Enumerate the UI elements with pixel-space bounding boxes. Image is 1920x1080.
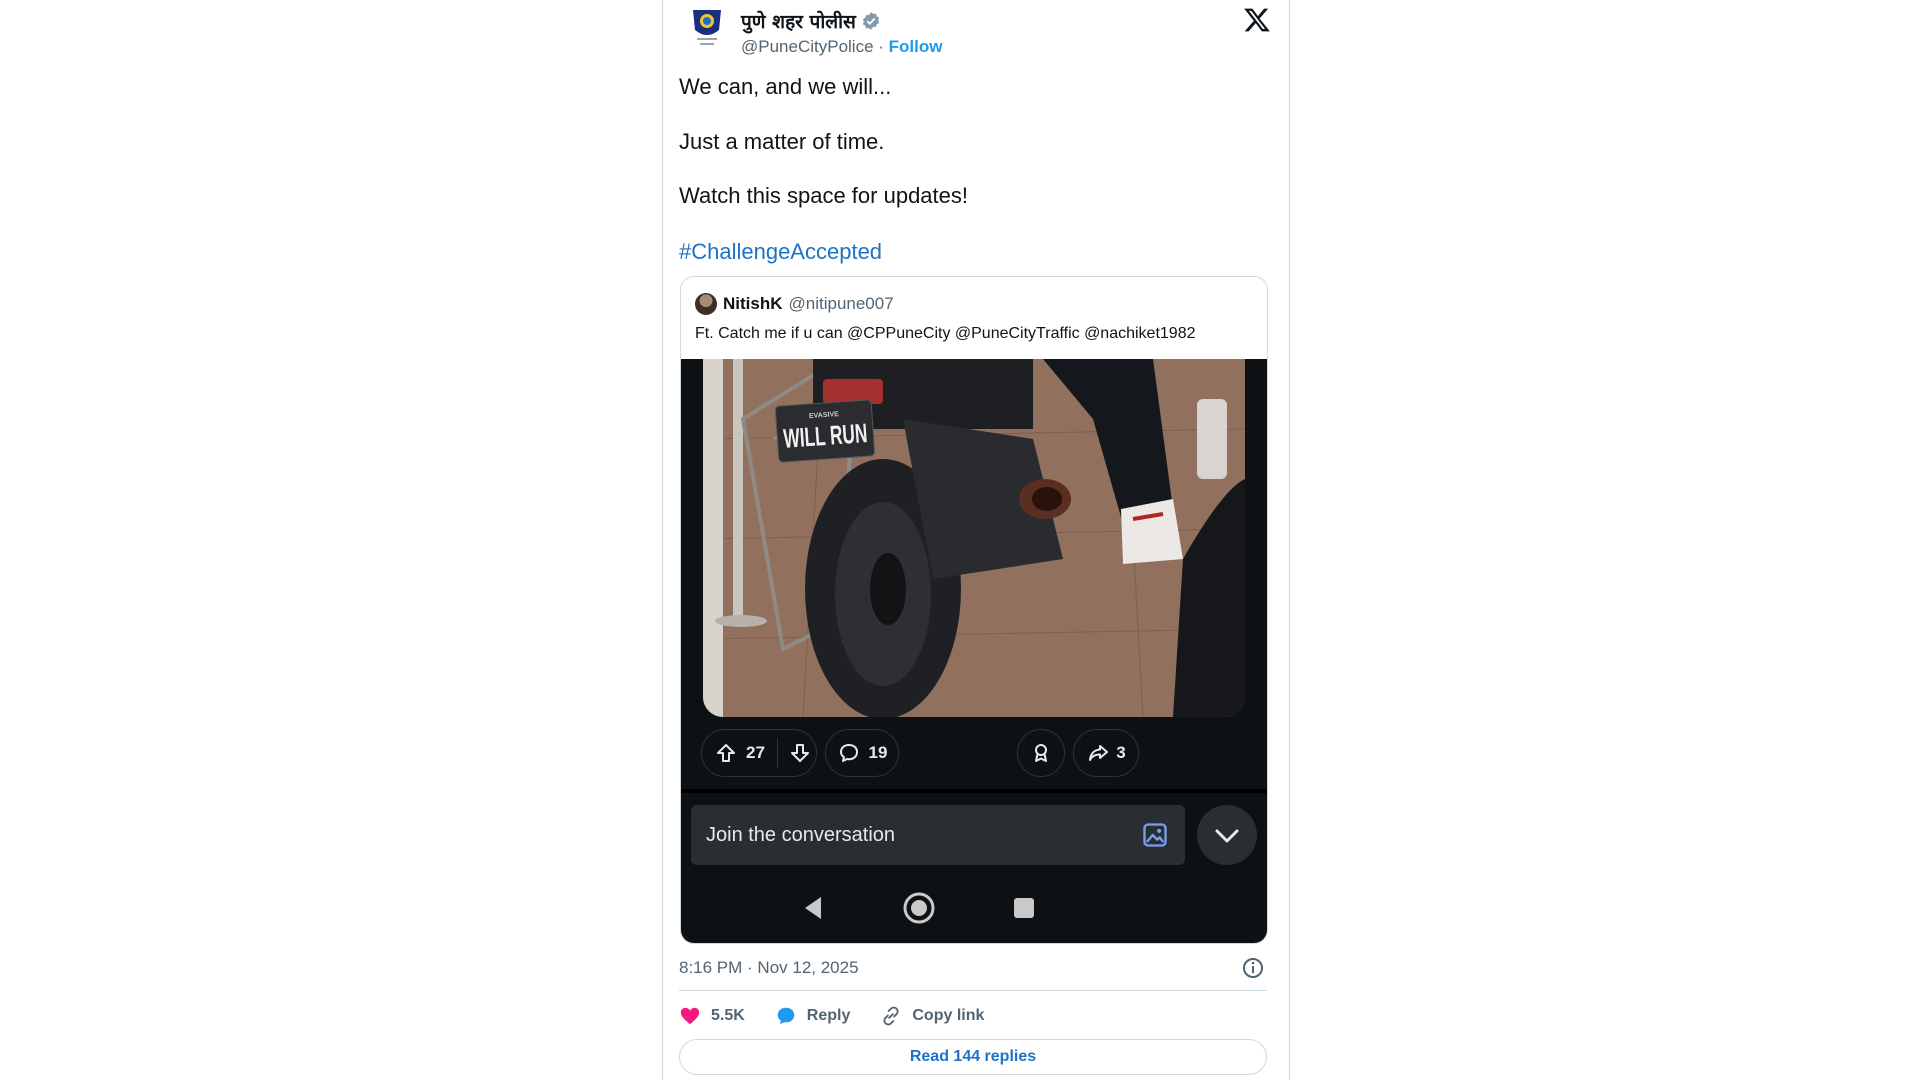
tweet-text-line-1: We can, and we will... [679, 74, 892, 99]
phone-screenshot: EVASIVE WILL RUN 27 19 3 Join the conver… [681, 359, 1267, 943]
tweet-header: पुणे शहर पोलीस @PuneCityPolice · Follow [683, 4, 1271, 60]
follow-button[interactable]: Follow [889, 37, 943, 56]
handle-separator: · [873, 37, 889, 56]
reply-bubble-icon [777, 1007, 795, 1025]
quoted-author-handle[interactable]: @nitipune007 [789, 294, 894, 314]
author-avatar[interactable] [683, 4, 731, 52]
recents-square-icon[interactable] [1007, 891, 1041, 925]
chevron-down-icon [1215, 829, 1239, 843]
heart-icon [680, 1007, 700, 1025]
hashtag-link[interactable]: #ChallengeAccepted [679, 239, 882, 265]
copy-link-button[interactable]: Copy link [880, 1005, 984, 1027]
upvote-count: 27 [746, 743, 765, 762]
vote-pill: 27 [701, 729, 817, 777]
plate-main-text: WILL RUN [782, 418, 868, 454]
home-circle-icon[interactable] [902, 891, 936, 925]
police-emblem-icon [693, 10, 721, 45]
like-count: 5.5K [711, 1007, 745, 1024]
copy-link-label: Copy link [912, 1007, 985, 1024]
verified-badge-icon [861, 11, 881, 31]
x-logo-icon[interactable] [1243, 6, 1271, 34]
back-triangle-icon[interactable] [797, 891, 831, 925]
image-upload-icon[interactable] [1141, 821, 1169, 849]
read-replies-button[interactable]: Read 144 replies [679, 1039, 1267, 1075]
join-conversation-input[interactable]: Join the conversation [691, 805, 1185, 865]
quoted-author-name[interactable]: NitishK [723, 294, 783, 314]
share-icon [1086, 741, 1110, 765]
action-divider [679, 990, 1267, 991]
motorcycle-photo: EVASIVE WILL RUN [703, 359, 1245, 717]
comment-icon [837, 741, 861, 765]
phone-divider [681, 789, 1267, 793]
quoted-tweet-text: Ft. Catch me if u can @CPPuneCity @PuneC… [695, 325, 1196, 342]
collapse-chevron-button[interactable] [1197, 805, 1257, 865]
like-button[interactable]: 5.5K [679, 1005, 745, 1027]
info-icon[interactable] [1241, 956, 1265, 980]
android-nav-bar [681, 883, 1267, 933]
reply-label: Reply [806, 1007, 851, 1024]
comments-button[interactable]: 19 [825, 729, 899, 777]
tweet-actions: 5.5K Reply Copy link [679, 1002, 1014, 1030]
reply-button[interactable]: Reply [775, 1005, 851, 1027]
award-button[interactable] [1017, 729, 1065, 777]
share-count: 3 [1116, 743, 1126, 762]
share-button[interactable]: 3 [1073, 729, 1139, 777]
tweet-text-line-2: Just a matter of time. [679, 129, 885, 154]
author-handle[interactable]: @PuneCityPolice [741, 37, 874, 56]
vote-divider [776, 738, 778, 768]
author-name[interactable]: पुणे शहर पोलीस [741, 8, 856, 34]
link-icon [883, 1006, 899, 1026]
upvote-icon[interactable] [714, 741, 738, 765]
quoted-avatar[interactable] [695, 293, 717, 315]
quoted-tweet[interactable]: NitishK @nitipune007 Ft. Catch me if u c… [680, 276, 1268, 944]
embedded-tweet-card: पुणे शहर पोलीस @PuneCityPolice · Follow … [662, 0, 1290, 1080]
downvote-icon[interactable] [788, 741, 812, 765]
tweet-timestamp[interactable]: 8:16 PM · Nov 12, 2025 [679, 958, 859, 978]
award-icon [1029, 741, 1053, 765]
tweet-text-line-3: Watch this space for updates! [679, 183, 968, 208]
comment-count: 19 [868, 743, 888, 762]
join-conversation-placeholder: Join the conversation [706, 824, 896, 846]
